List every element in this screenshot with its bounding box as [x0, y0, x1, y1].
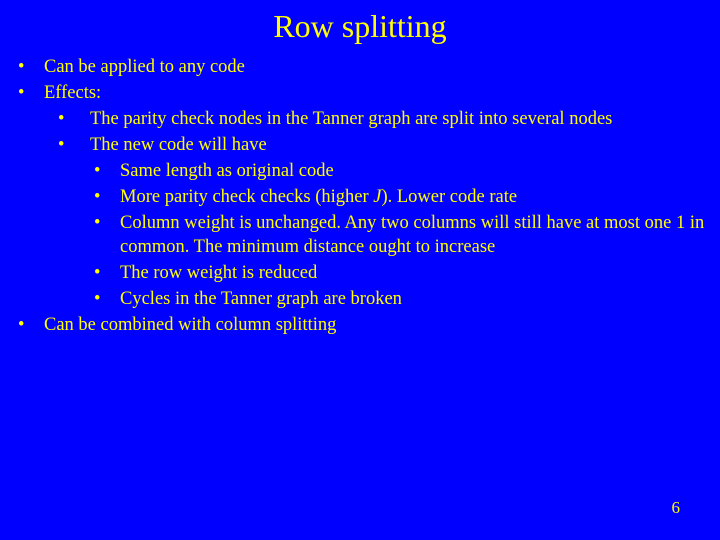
- list-item: • Column weight is unchanged. Any two co…: [90, 211, 706, 259]
- page-number: 6: [672, 498, 681, 518]
- list-item: • The row weight is reduced: [90, 261, 706, 285]
- bullet-icon: •: [90, 261, 120, 285]
- bullet-icon: •: [44, 107, 90, 131]
- list-text: The parity check nodes in the Tanner gra…: [90, 107, 706, 131]
- list-item: • Cycles in the Tanner graph are broken: [90, 287, 706, 311]
- list-item: • The new code will have: [44, 133, 706, 157]
- slide-body: • Can be applied to any code • Effects: …: [0, 55, 720, 338]
- list-text: Effects:: [44, 81, 706, 105]
- list-text: Cycles in the Tanner graph are broken: [120, 287, 706, 311]
- list-item: • Same length as original code: [90, 159, 706, 183]
- list-text: Can be combined with column splitting: [44, 313, 706, 337]
- list-item: • Can be combined with column splitting: [14, 313, 706, 337]
- bullet-icon: •: [90, 159, 120, 183]
- list-item: • More parity check checks (higher J). L…: [90, 185, 706, 209]
- list-text: The new code will have: [90, 133, 706, 157]
- list-item: • The parity check nodes in the Tanner g…: [44, 107, 706, 131]
- bullet-icon: •: [90, 211, 120, 259]
- bullet-icon: •: [14, 313, 44, 337]
- slide-title: Row splitting: [0, 0, 720, 55]
- bullet-icon: •: [90, 185, 120, 209]
- list-text: More parity check checks (higher J). Low…: [120, 185, 706, 209]
- list-item: • Effects:: [14, 81, 706, 105]
- bullet-icon: •: [14, 55, 44, 79]
- list-text: Column weight is unchanged. Any two colu…: [120, 211, 706, 259]
- bullet-icon: •: [90, 287, 120, 311]
- bullet-icon: •: [44, 133, 90, 157]
- list-item: • Can be applied to any code: [14, 55, 706, 79]
- list-text: Same length as original code: [120, 159, 706, 183]
- bullet-icon: •: [14, 81, 44, 105]
- list-text: Can be applied to any code: [44, 55, 706, 79]
- list-text: The row weight is reduced: [120, 261, 706, 285]
